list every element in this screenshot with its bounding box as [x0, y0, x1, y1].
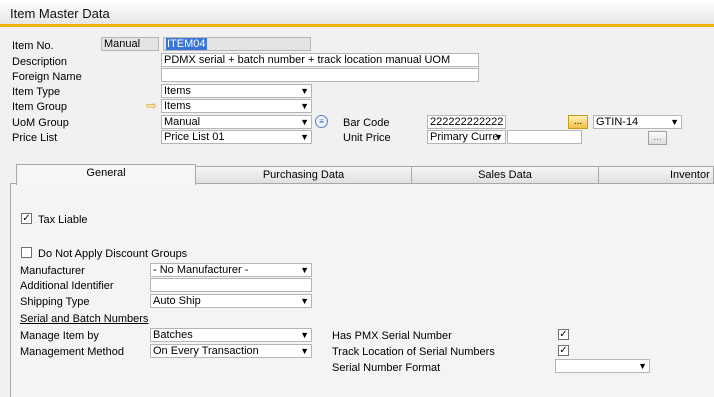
description-label: Description — [12, 56, 68, 68]
has-pmx-serial-checkbox[interactable]: ✓ — [558, 329, 569, 340]
management-method-label: Management Method — [20, 346, 124, 358]
foreign-name-label: Foreign Name — [12, 71, 82, 83]
tab-bar: General Purchasing Data Sales Data Inven… — [16, 164, 714, 185]
uom-info-icon[interactable]: ≡ — [315, 115, 328, 128]
bar-code-type-value: GTIN-14 — [596, 116, 639, 128]
price-list-value: Price List 01 — [164, 131, 225, 143]
track-location-label: Track Location of Serial Numbers — [332, 346, 495, 358]
manage-item-by-select[interactable]: Batches ▼ — [150, 328, 312, 342]
tab-inventory[interactable]: Inventor — [598, 166, 714, 184]
dropdown-arrow-icon: ▼ — [670, 117, 679, 127]
uom-group-label: UoM Group — [12, 117, 69, 129]
has-pmx-serial-label: Has PMX Serial Number — [332, 330, 452, 342]
dropdown-arrow-icon: ▼ — [300, 330, 309, 340]
serial-batch-heading: Serial and Batch Numbers — [20, 313, 149, 325]
item-no-value: ITEM04 — [166, 38, 207, 50]
price-list-label: Price List — [12, 132, 58, 144]
window-title: Item Master Data — [10, 6, 110, 21]
unit-price-input[interactable] — [507, 130, 582, 144]
bar-code-browse-button[interactable]: ... — [568, 115, 588, 129]
unit-price-currency-value: Primary Curre — [430, 131, 499, 143]
manufacturer-label: Manufacturer — [20, 265, 85, 277]
dropdown-arrow-icon: ▼ — [300, 86, 309, 96]
unit-price-label: Unit Price — [343, 132, 391, 144]
bar-code-input[interactable]: 222222222222 — [427, 115, 506, 129]
title-bar: Item Master Data — [0, 0, 714, 27]
dropdown-arrow-icon: ▼ — [300, 346, 309, 356]
manage-item-by-value: Batches — [153, 329, 193, 341]
check-icon: ✓ — [22, 213, 31, 224]
shipping-type-select[interactable]: Auto Ship ▼ — [150, 294, 312, 308]
unit-price-details-button[interactable]: ... — [648, 131, 667, 145]
track-location-checkbox[interactable]: ✓ — [558, 345, 569, 356]
uom-group-value: Manual — [164, 116, 201, 128]
link-arrow-icon[interactable]: ⇨ — [146, 98, 157, 114]
item-no-series-select[interactable]: Manual — [101, 37, 159, 51]
item-group-select[interactable]: Items ▼ — [161, 99, 312, 113]
dropdown-arrow-icon: ▼ — [494, 132, 503, 142]
item-group-label: Item Group — [12, 101, 68, 113]
dropdown-arrow-icon: ▼ — [300, 265, 309, 275]
dropdown-arrow-icon: ▼ — [300, 132, 309, 142]
bar-code-label: Bar Code — [343, 117, 390, 129]
description-input[interactable]: PDMX serial + batch number + track locat… — [161, 53, 479, 67]
item-type-select[interactable]: Items ▼ — [161, 84, 312, 98]
no-discount-groups-label: Do Not Apply Discount Groups — [38, 248, 188, 260]
serial-number-format-label: Serial Number Format — [332, 362, 441, 374]
foreign-name-input[interactable] — [161, 68, 479, 82]
tab-sales-data[interactable]: Sales Data — [411, 166, 599, 184]
item-no-label: Item No. — [12, 40, 54, 52]
item-group-value: Items — [164, 100, 191, 112]
manufacturer-value: - No Manufacturer - — [153, 264, 249, 276]
uom-group-select[interactable]: Manual ▼ — [161, 115, 312, 129]
manufacturer-select[interactable]: - No Manufacturer - ▼ — [150, 263, 312, 277]
tab-general[interactable]: General — [16, 164, 196, 185]
bar-code-type-select[interactable]: GTIN-14 ▼ — [593, 115, 682, 129]
tax-liable-checkbox[interactable]: ✓ — [21, 213, 32, 224]
check-icon: ✓ — [559, 345, 568, 356]
management-method-value: On Every Transaction — [153, 345, 259, 357]
unit-price-currency-select[interactable]: Primary Curre ▼ — [427, 130, 506, 144]
shipping-type-value: Auto Ship — [153, 295, 201, 307]
item-type-value: Items — [164, 85, 191, 97]
shipping-type-label: Shipping Type — [20, 296, 90, 308]
dropdown-arrow-icon: ▼ — [300, 101, 309, 111]
price-list-select[interactable]: Price List 01 ▼ — [161, 130, 312, 144]
item-no-input[interactable]: ITEM04 — [163, 37, 311, 51]
item-type-label: Item Type — [12, 86, 61, 98]
serial-number-format-select[interactable]: ▼ — [555, 359, 650, 373]
manage-item-by-label: Manage Item by — [20, 330, 99, 342]
additional-identifier-label: Additional Identifier — [20, 280, 114, 292]
check-icon: ✓ — [559, 329, 568, 340]
dropdown-arrow-icon: ▼ — [300, 117, 309, 127]
dropdown-arrow-icon: ▼ — [638, 361, 647, 371]
additional-identifier-input[interactable] — [150, 278, 312, 292]
management-method-select[interactable]: On Every Transaction ▼ — [150, 344, 312, 358]
tax-liable-label: Tax Liable — [38, 214, 88, 226]
dropdown-arrow-icon: ▼ — [300, 296, 309, 306]
tab-purchasing-data[interactable]: Purchasing Data — [195, 166, 412, 184]
no-discount-groups-checkbox[interactable] — [21, 247, 32, 258]
